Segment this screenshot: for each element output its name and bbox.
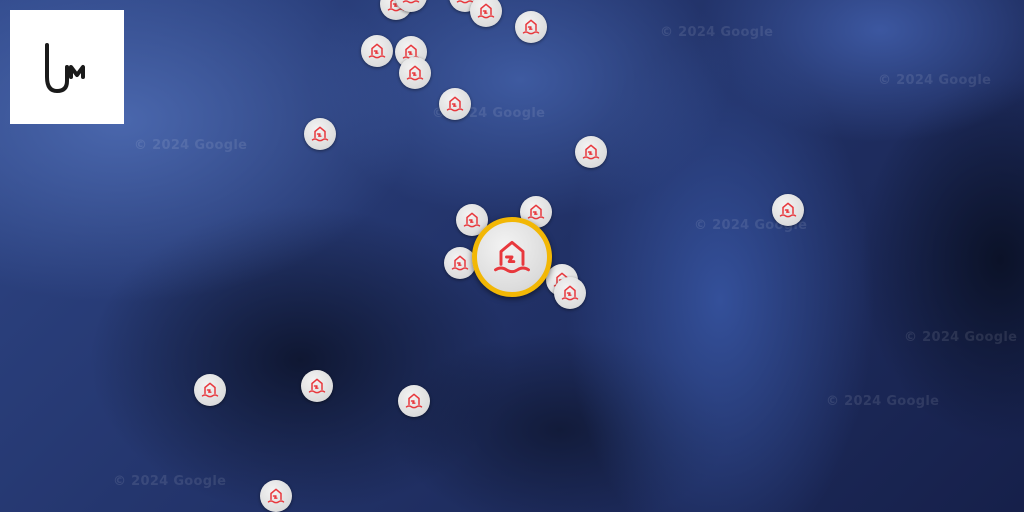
flood-house-icon [368, 43, 386, 59]
flood-house-icon [561, 285, 579, 301]
flood-marker[interactable] [194, 374, 226, 406]
flood-marker[interactable] [301, 370, 333, 402]
flood-house-icon [451, 255, 469, 271]
flood-house-icon [406, 65, 424, 81]
flood-house-icon [477, 3, 495, 19]
flood-marker[interactable] [575, 136, 607, 168]
map-watermark: © 2024 Google [826, 394, 940, 409]
flood-marker[interactable] [515, 11, 547, 43]
flood-marker[interactable] [772, 194, 804, 226]
flood-marker[interactable] [470, 0, 502, 27]
flood-marker[interactable] [361, 35, 393, 67]
flood-house-icon [446, 96, 464, 112]
flood-house-icon [494, 240, 530, 274]
flood-marker[interactable] [399, 57, 431, 89]
flood-marker[interactable] [260, 480, 292, 512]
flood-house-icon [402, 0, 420, 4]
flood-house-icon [405, 393, 423, 409]
flood-marker[interactable] [398, 385, 430, 417]
flood-house-icon [463, 212, 481, 228]
map-canvas[interactable]: © 2024 Google © 2024 Google © 2024 Googl… [0, 0, 1024, 512]
flood-house-icon [527, 204, 545, 220]
flood-marker[interactable] [444, 247, 476, 279]
app-logo [10, 10, 124, 124]
selected-flood-marker[interactable] [472, 217, 552, 297]
flood-house-icon [582, 144, 600, 160]
map-watermark: © 2024 Google [660, 25, 774, 40]
map-watermark: © 2024 Google [134, 138, 248, 153]
flood-marker[interactable] [554, 277, 586, 309]
flood-house-icon [779, 202, 797, 218]
flood-house-icon [522, 19, 540, 35]
flood-house-icon [267, 488, 285, 504]
flood-marker[interactable] [439, 88, 471, 120]
flood-house-icon [201, 382, 219, 398]
um-logo-icon [45, 43, 85, 93]
flood-house-icon [311, 126, 329, 142]
map-watermark: © 2024 Google [904, 330, 1018, 345]
flood-house-icon [308, 378, 326, 394]
map-watermark: © 2024 Google [878, 73, 992, 88]
flood-marker[interactable] [304, 118, 336, 150]
map-watermark: © 2024 Google [113, 474, 227, 489]
